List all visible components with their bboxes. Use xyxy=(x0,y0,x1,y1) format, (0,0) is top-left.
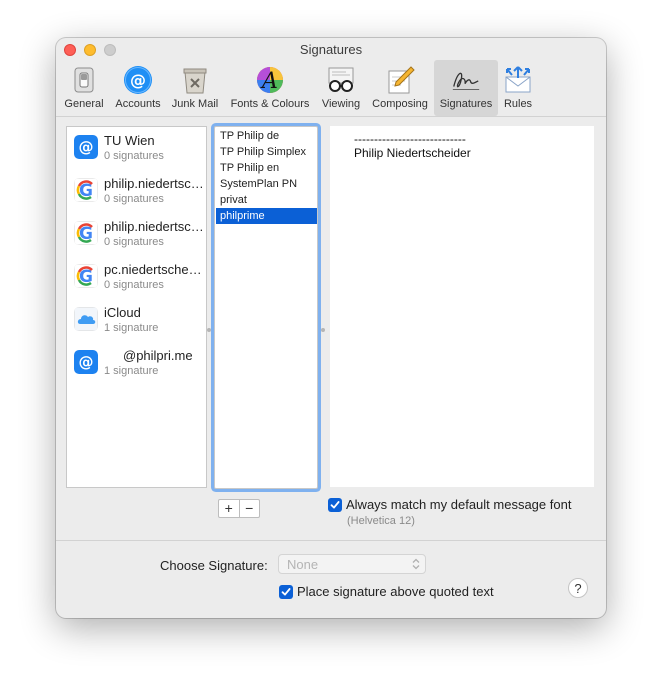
tab-junk-mail[interactable]: Junk Mail xyxy=(168,60,222,116)
account-name: philip.niedertscheider xyxy=(104,219,204,234)
viewing-glasses-icon xyxy=(325,64,357,96)
account-signature-count: 0 signatures xyxy=(104,150,164,162)
account-name: iCloud xyxy=(104,305,141,320)
composing-pencil-icon xyxy=(384,64,416,96)
match-font-checkbox[interactable] xyxy=(328,498,342,512)
add-signature-button[interactable]: + xyxy=(219,500,239,517)
preferences-toolbar: General @ Accounts Junk Mail A Fonts & C… xyxy=(56,60,606,117)
checkmark-icon xyxy=(281,588,291,596)
choose-signature-label: Choose Signature: xyxy=(160,558,268,573)
choose-signature-select[interactable]: None xyxy=(278,554,426,574)
signature-item-selected[interactable]: philprime xyxy=(216,208,317,224)
account-name: philip.niedertscheider xyxy=(104,176,204,191)
tab-rules[interactable]: Rules xyxy=(500,60,536,116)
at-mail-icon: @ xyxy=(74,350,98,374)
window-title: Signatures xyxy=(299,42,363,57)
at-mail-icon: @ xyxy=(74,135,98,159)
account-item-icloud[interactable]: iCloud 1 signature xyxy=(67,299,206,342)
icloud-icon xyxy=(74,307,98,331)
account-name: TU Wien xyxy=(104,133,155,148)
tab-fonts-colours-label: Fonts & Colours xyxy=(230,98,310,110)
signature-name-text: Philip Niedertscheider xyxy=(354,146,471,160)
google-icon: G xyxy=(74,178,98,202)
account-signature-count: 0 signatures xyxy=(104,279,164,291)
account-item-google-1[interactable]: G philip.niedertscheider 0 signatures xyxy=(67,170,206,213)
signature-preview[interactable]: ---------------------------- Philip Nied… xyxy=(330,126,594,487)
account-signature-count: 0 signatures xyxy=(104,236,164,248)
signature-separator: ---------------------------- xyxy=(354,132,466,146)
title-bar: Signatures xyxy=(56,38,606,60)
general-switch-icon xyxy=(68,64,100,96)
account-item-tu-wien[interactable]: @ TU Wien 0 signatures xyxy=(67,127,206,170)
rules-envelope-icon xyxy=(502,64,534,96)
tab-composing-label: Composing xyxy=(372,98,428,110)
place-above-label: Place signature above quoted text xyxy=(297,584,494,599)
signature-item[interactable]: TP Philip de xyxy=(216,128,317,144)
signature-item[interactable]: TP Philip en xyxy=(216,160,317,176)
add-remove-buttons: + − xyxy=(218,499,260,518)
tab-fonts-colours[interactable]: A Fonts & Colours xyxy=(226,60,314,116)
fonts-colours-icon: A xyxy=(254,64,286,96)
splitter-handle[interactable] xyxy=(321,328,325,332)
google-icon: G xyxy=(74,264,98,288)
tab-general[interactable]: General xyxy=(62,60,106,116)
svg-text:@: @ xyxy=(79,138,94,156)
signatures-window: Signatures General @ Accounts Junk Mail … xyxy=(56,38,606,618)
help-button[interactable]: ? xyxy=(568,578,588,598)
tab-viewing-label: Viewing xyxy=(321,98,361,110)
account-name: pc.niedertscheider xyxy=(104,262,204,277)
signatures-list[interactable]: TP Philip de TP Philip Simplex TP Philip… xyxy=(214,126,318,489)
divider xyxy=(56,540,606,541)
junk-mail-bin-icon xyxy=(179,64,211,96)
place-above-checkbox[interactable] xyxy=(279,585,293,599)
choose-signature-value: None xyxy=(287,557,319,572)
remove-signature-button[interactable]: − xyxy=(238,500,260,517)
signature-item[interactable]: privat xyxy=(216,192,317,208)
account-signature-count: 1 signature xyxy=(104,365,159,377)
chevron-updown-icon xyxy=(412,558,420,570)
tab-signatures-label: Signatures xyxy=(439,98,493,110)
tab-composing[interactable]: Composing xyxy=(368,60,432,116)
splitter-handle[interactable] xyxy=(207,328,211,332)
tab-viewing[interactable]: Viewing xyxy=(317,60,365,116)
account-signature-count: 1 signature xyxy=(104,322,159,334)
tab-accounts-label: Accounts xyxy=(115,98,161,110)
accounts-at-icon: @ xyxy=(122,64,154,96)
match-font-sub: (Helvetica 12) xyxy=(347,515,415,527)
account-item-google-3[interactable]: G pc.niedertscheider 0 signatures xyxy=(67,256,206,299)
account-item-google-2[interactable]: G philip.niedertscheider 0 signatures xyxy=(67,213,206,256)
signature-icon xyxy=(450,64,482,96)
account-item-philpri[interactable]: @ @philpri.me 1 signature xyxy=(67,342,206,385)
account-name: @philpri.me xyxy=(123,348,193,363)
signature-item[interactable]: TP Philip Simplex xyxy=(216,144,317,160)
signature-item[interactable]: SystemPlan PN xyxy=(216,176,317,192)
tab-rules-label: Rules xyxy=(503,98,533,110)
tab-accounts[interactable]: @ Accounts xyxy=(111,60,165,116)
tab-signatures[interactable]: Signatures xyxy=(434,60,498,116)
tab-junk-mail-label: Junk Mail xyxy=(171,98,219,110)
accounts-list[interactable]: @ TU Wien 0 signatures G philip.niederts… xyxy=(66,126,207,488)
google-icon: G xyxy=(74,221,98,245)
account-signature-count: 0 signatures xyxy=(104,193,164,205)
tab-general-label: General xyxy=(64,98,104,110)
match-font-label: Always match my default message font xyxy=(346,497,572,512)
checkmark-icon xyxy=(330,501,340,509)
svg-text:@: @ xyxy=(130,71,146,90)
svg-text:@: @ xyxy=(79,353,94,371)
svg-text:A: A xyxy=(260,69,278,94)
